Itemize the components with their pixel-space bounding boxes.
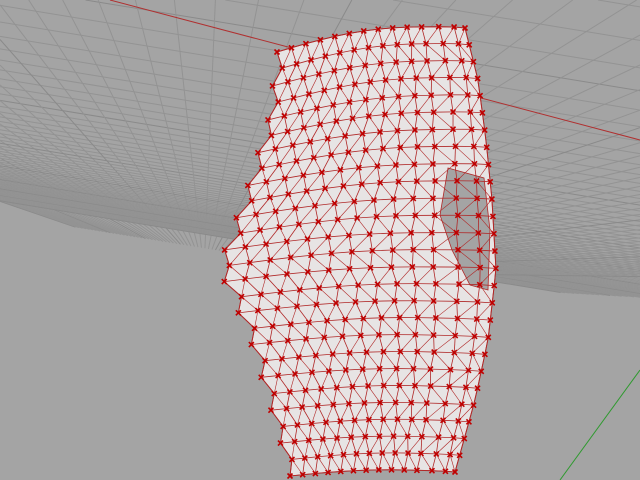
mesh-edge — [476, 180, 478, 199]
mesh-edge — [393, 198, 414, 200]
mesh-edge — [356, 452, 370, 455]
mesh-edge — [433, 335, 435, 353]
mesh-edge — [410, 402, 413, 420]
mesh-object[interactable] — [223, 26, 497, 477]
viewport-canvas[interactable] — [0, 0, 640, 480]
mesh-edge — [430, 368, 451, 371]
y-axis-line — [559, 369, 640, 480]
mesh-edge — [434, 351, 455, 354]
grid-line — [598, 0, 640, 8]
mesh-edge — [360, 334, 379, 336]
mesh-edge — [426, 419, 444, 421]
perspective-viewport[interactable] — [0, 0, 640, 480]
mesh-edge — [353, 469, 367, 472]
mesh-edge — [430, 385, 450, 387]
mesh-edge — [459, 283, 480, 286]
mesh-edge — [426, 402, 446, 404]
mesh-edge — [433, 334, 456, 337]
